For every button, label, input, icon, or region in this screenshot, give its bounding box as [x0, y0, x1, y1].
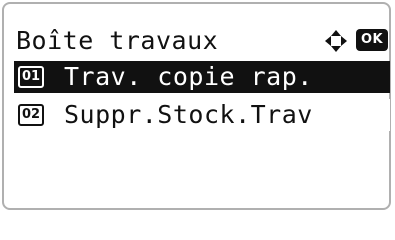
- screen-title: Boîte travaux: [16, 26, 219, 55]
- item-number-badge: 02: [18, 104, 44, 126]
- menu-item-quick-copy-job[interactable]: 01 Trav. copie rap.: [14, 61, 390, 93]
- menu-item-label: Suppr.Stock.Trav: [64, 100, 313, 129]
- menu-item-label: Trav. copie rap.: [64, 62, 313, 91]
- item-number-badge: 01: [18, 66, 44, 88]
- menu-item-delete-stored-jobs[interactable]: 02 Suppr.Stock.Trav: [14, 99, 390, 131]
- four-way-arrow-icon: [325, 30, 347, 52]
- title-bar: Boîte travaux OK: [16, 23, 390, 59]
- lcd-panel: Boîte travaux OK 01 Trav. copie rap. 02 …: [2, 2, 391, 210]
- ok-button[interactable]: OK: [356, 29, 388, 51]
